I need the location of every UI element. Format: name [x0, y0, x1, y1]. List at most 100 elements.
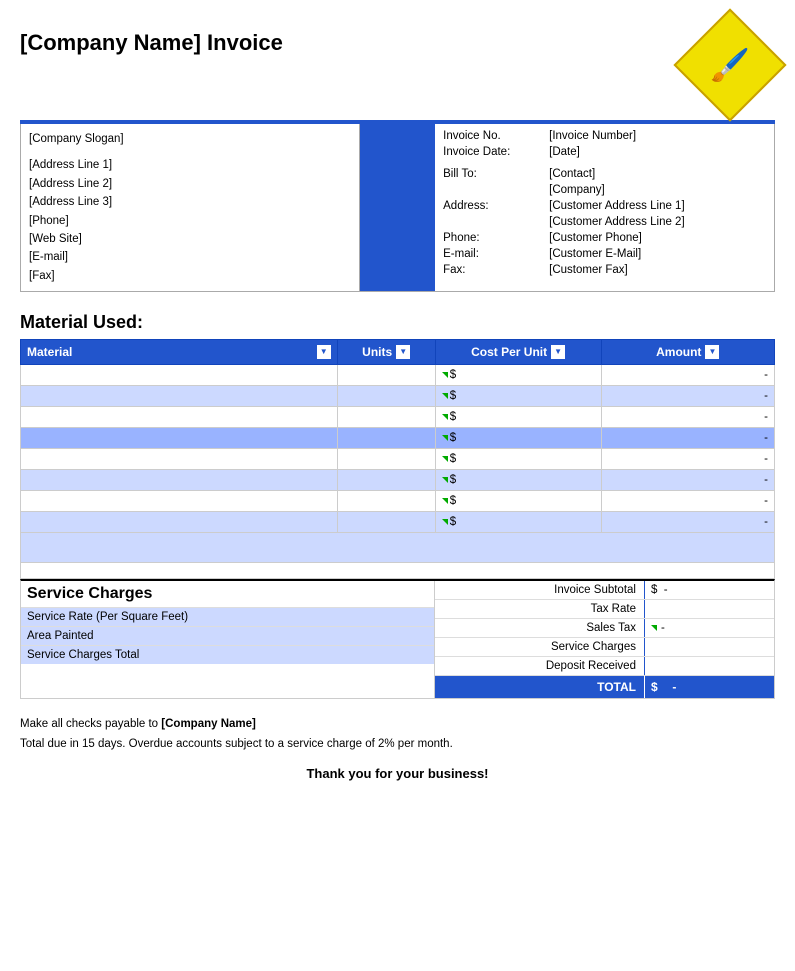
- bill-to-contact: [Contact]: [545, 167, 774, 181]
- empty-area-blue: [20, 533, 775, 563]
- total-value: $ -: [644, 676, 774, 698]
- fax-row: Fax: [Customer Fax]: [435, 262, 774, 278]
- cost-cell[interactable]: $: [435, 491, 601, 512]
- address-label2: [435, 215, 545, 229]
- material-cell[interactable]: [21, 386, 338, 407]
- cost-cell[interactable]: $: [435, 386, 601, 407]
- green-corner-icon: [442, 393, 448, 399]
- invoice-date-label: Invoice Date:: [435, 145, 545, 159]
- units-cell[interactable]: [337, 512, 435, 533]
- material-cell[interactable]: [21, 407, 338, 428]
- service-charges-total-row: Service Charges Total: [21, 645, 434, 664]
- address-row: Address: [Customer Address Line 1]: [435, 198, 774, 214]
- service-right: Invoice Subtotal $ - Tax Rate Sales Tax …: [435, 581, 774, 698]
- th-amount[interactable]: Amount ▼: [601, 340, 774, 365]
- company-fax: [Fax]: [29, 267, 351, 285]
- amount-cell[interactable]: -: [601, 386, 774, 407]
- company-title: [Company Name] Invoice: [20, 30, 283, 56]
- material-cell[interactable]: [21, 428, 338, 449]
- service-left: Service Charges Service Rate (Per Square…: [21, 581, 435, 698]
- amount-cell[interactable]: -: [601, 491, 774, 512]
- table-row: $-: [21, 470, 775, 491]
- bottom-section: Service Charges Service Rate (Per Square…: [20, 579, 775, 699]
- green-corner-icon: [442, 435, 448, 441]
- units-cell[interactable]: [337, 470, 435, 491]
- footer-checks-line: Make all checks payable to [Company Name…: [20, 715, 775, 735]
- units-cell[interactable]: [337, 407, 435, 428]
- green-corner-icon: [442, 519, 448, 525]
- address-label: Address:: [435, 199, 545, 213]
- material-cell[interactable]: [21, 470, 338, 491]
- total-row: TOTAL $ -: [435, 676, 774, 698]
- amount-filter-arrow[interactable]: ▼: [705, 345, 719, 359]
- company-info: [Company Slogan] [Address Line 1] [Addre…: [21, 124, 360, 291]
- logo-icon: 🖌️: [710, 46, 750, 84]
- units-cell[interactable]: [337, 428, 435, 449]
- deposit-received-value: [644, 657, 774, 675]
- units-cell[interactable]: [337, 449, 435, 470]
- invoice-subtotal-label: Invoice Subtotal: [435, 581, 644, 599]
- address-line2-value: [Customer Address Line 2]: [545, 215, 774, 229]
- table-row: $-: [21, 449, 775, 470]
- logo-diamond: 🖌️: [673, 8, 786, 121]
- footer: Make all checks payable to [Company Name…: [20, 715, 775, 754]
- units-cell[interactable]: [337, 365, 435, 386]
- cost-cell[interactable]: $: [435, 449, 601, 470]
- invoice-date-row: Invoice Date: [Date]: [435, 144, 774, 160]
- bill-to-company-label: [435, 183, 545, 197]
- amount-cell[interactable]: -: [601, 470, 774, 491]
- material-cell[interactable]: [21, 491, 338, 512]
- material-cell[interactable]: [21, 512, 338, 533]
- cost-cell[interactable]: $: [435, 365, 601, 386]
- cost-cell[interactable]: $: [435, 512, 601, 533]
- deposit-received-row: Deposit Received: [435, 657, 774, 676]
- material-cell[interactable]: [21, 365, 338, 386]
- materials-title: Material Used:: [20, 312, 775, 333]
- address-line2: [Address Line 2]: [29, 175, 351, 193]
- info-section: [Company Slogan] [Address Line 1] [Addre…: [20, 124, 775, 292]
- header: [Company Name] Invoice 🖌️: [20, 20, 775, 110]
- units-cell[interactable]: [337, 386, 435, 407]
- amount-cell[interactable]: -: [601, 365, 774, 386]
- service-charges-title: Service Charges: [21, 581, 434, 607]
- invoice-date-value: [Date]: [545, 145, 774, 159]
- amount-cell[interactable]: -: [601, 512, 774, 533]
- table-row: $-: [21, 491, 775, 512]
- service-charges-label: Service Charges: [435, 638, 644, 656]
- units-cell[interactable]: [337, 491, 435, 512]
- amount-cell[interactable]: -: [601, 449, 774, 470]
- empty-area-white: [20, 563, 775, 579]
- units-filter-arrow[interactable]: ▼: [396, 345, 410, 359]
- green-corner-icon: [651, 625, 657, 631]
- service-charges-value: [644, 638, 774, 656]
- cost-cell[interactable]: $: [435, 470, 601, 491]
- info-middle-blue: [360, 124, 435, 291]
- cost-cell[interactable]: $: [435, 407, 601, 428]
- area-painted-row: Area Painted: [21, 626, 434, 645]
- amount-cell[interactable]: -: [601, 428, 774, 449]
- company-website: [Web Site]: [29, 230, 351, 248]
- company-email: [E-mail]: [29, 248, 351, 266]
- invoice-no-label: Invoice No.: [435, 129, 545, 143]
- green-corner-icon: [442, 372, 448, 378]
- material-filter-arrow[interactable]: ▼: [317, 345, 331, 359]
- green-corner-icon: [442, 477, 448, 483]
- footer-terms-line: Total due in 15 days. Overdue accounts s…: [20, 735, 775, 755]
- bill-to-company: [Company]: [545, 183, 774, 197]
- material-cell[interactable]: [21, 449, 338, 470]
- cost-filter-arrow[interactable]: ▼: [551, 345, 565, 359]
- tax-rate-row: Tax Rate: [435, 600, 774, 619]
- green-corner-icon: [442, 456, 448, 462]
- th-cost-per-unit[interactable]: Cost Per Unit ▼: [435, 340, 601, 365]
- th-units[interactable]: Units ▼: [337, 340, 435, 365]
- sales-tax-label: Sales Tax: [435, 619, 644, 637]
- amount-cell[interactable]: -: [601, 407, 774, 428]
- logo-container: 🖌️: [685, 20, 775, 110]
- materials-table: Material ▼ Units ▼ Cost Per Unit ▼: [20, 339, 775, 533]
- tax-rate-value: [644, 600, 774, 618]
- invoice-no-value: [Invoice Number]: [545, 129, 774, 143]
- service-charges-row: Service Charges: [435, 638, 774, 657]
- sales-tax-value: -: [644, 619, 774, 637]
- cost-cell[interactable]: $: [435, 428, 601, 449]
- th-material[interactable]: Material ▼: [21, 340, 338, 365]
